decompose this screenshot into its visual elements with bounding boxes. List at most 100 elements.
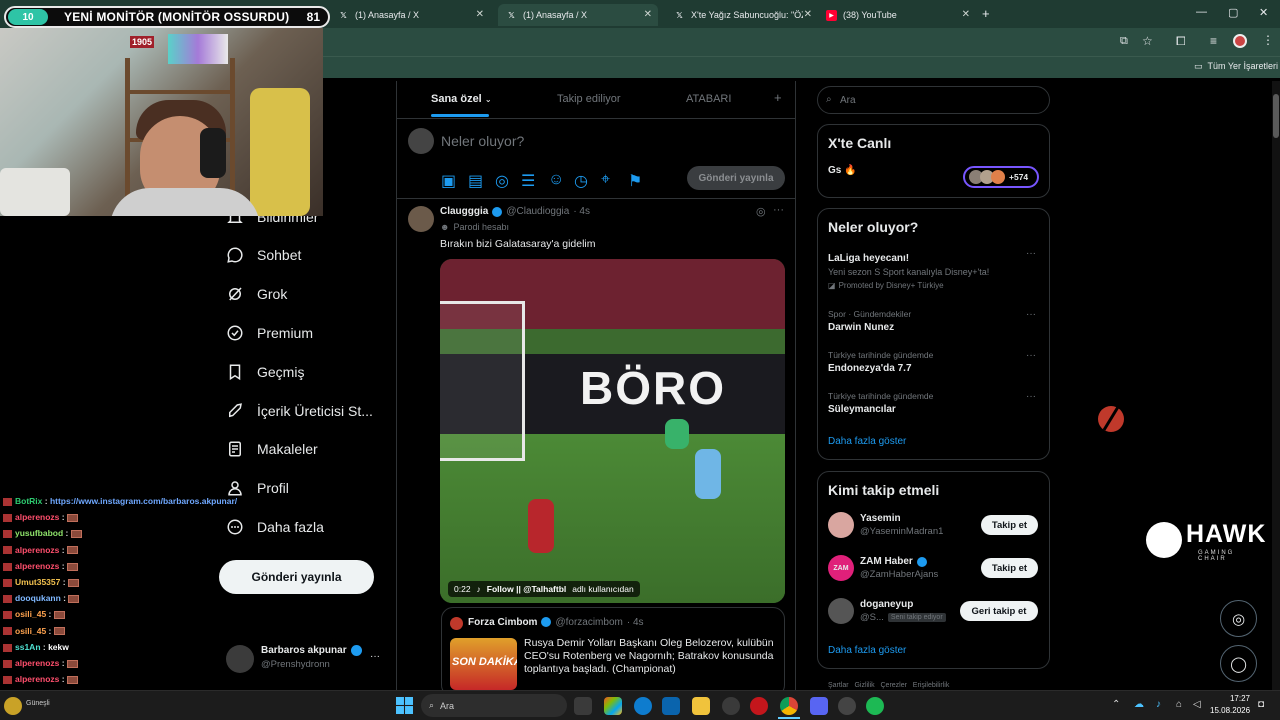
taskbar-search[interactable]: ⌕ Ara	[421, 694, 567, 717]
account-name-row[interactable]: Barbaros akpunar	[261, 645, 362, 656]
tab-following[interactable]: Takip ediliyor	[557, 93, 621, 105]
new-tab-button[interactable]: +	[982, 6, 990, 21]
grok-post-icon[interactable]: ◎	[756, 205, 766, 218]
poll-icon[interactable]: ☰	[521, 171, 535, 190]
chat-username[interactable]: alperenozs	[15, 545, 59, 555]
chat-username[interactable]: osili_45	[15, 626, 46, 636]
xbox-icon[interactable]	[722, 697, 740, 715]
minimize-icon[interactable]: —	[1196, 6, 1207, 18]
trend-item[interactable]: Türkiye tarihinde gündemde Endonezya'da …	[828, 350, 933, 374]
chat-link[interactable]: https://www.instagram.com/barbaros.akpun…	[50, 496, 237, 506]
copilot-icon[interactable]	[604, 697, 622, 715]
browser-menu-icon[interactable]: ⋮	[1262, 33, 1274, 47]
tab-atabari[interactable]: ATABARI	[686, 93, 731, 105]
profile-avatar[interactable]	[1233, 34, 1247, 48]
post-avatar[interactable]	[408, 206, 434, 232]
cast-icon[interactable]: ⧉	[1120, 35, 1128, 48]
spotify-icon[interactable]	[866, 697, 884, 715]
browser-tab[interactable]: 𝕏 (1) Anasayfa / X ✕	[330, 4, 490, 26]
discord-icon[interactable]	[810, 697, 828, 715]
browser-tab[interactable]: 𝕏 X'te Yağız Sabuncuoğlu: "ÖZEL ✕	[666, 4, 818, 26]
chat-username[interactable]: alperenozs	[15, 674, 59, 684]
account-menu-icon[interactable]: ···	[370, 651, 380, 662]
nav-item-bookmarks[interactable]: Geçmiş	[226, 363, 304, 381]
all-bookmarks[interactable]: ▭ Tüm Yer İşaretleri	[1194, 61, 1278, 72]
nav-item-articles[interactable]: Makaleler	[226, 440, 318, 458]
live-item[interactable]: Gs 🔥	[828, 165, 857, 176]
maximize-icon[interactable]: ▢	[1228, 6, 1238, 19]
nav-item-profile[interactable]: Profil	[226, 479, 289, 497]
tab-for-you[interactable]: Sana özel ⌄	[431, 93, 492, 105]
chat-username[interactable]: alperenozs	[15, 512, 59, 522]
search-input[interactable]: ⌕ Ara	[817, 86, 1050, 114]
nav-item-premium[interactable]: Premium	[226, 324, 313, 342]
volume-icon[interactable]: ◁	[1193, 699, 1201, 710]
opera-icon[interactable]	[750, 697, 768, 715]
follow-button[interactable]: Takip et	[981, 515, 1038, 535]
clock[interactable]: 17:27 15.08.2026	[1210, 694, 1250, 715]
compose-post-button[interactable]: Gönderi yayınla	[687, 166, 785, 190]
obs-icon[interactable]	[838, 697, 856, 715]
windows-start-icon[interactable]	[396, 697, 413, 714]
nav-item-grok[interactable]: Grok	[226, 285, 287, 303]
grok-fab[interactable]: ◎	[1220, 600, 1257, 637]
file-explorer-icon[interactable]	[692, 697, 710, 715]
live-participants[interactable]: +574	[963, 166, 1039, 188]
trend-item[interactable]: Türkiye tarihinde gündemde Süleymancılar	[828, 391, 933, 415]
nav-item-more[interactable]: Daha fazla	[226, 518, 324, 536]
nav-item-chat[interactable]: Sohbet	[226, 246, 301, 264]
notifications-icon[interactable]: ◘	[1258, 699, 1264, 710]
emoji-icon[interactable]: ☺	[548, 171, 564, 188]
edge-icon[interactable]	[634, 697, 652, 715]
close-window-icon[interactable]: ✕	[1259, 6, 1268, 19]
trend-item[interactable]: Spor · Gündemdekiler Darwin Nunez	[828, 309, 911, 333]
post-menu-icon[interactable]: ···	[773, 204, 784, 216]
trend-menu-icon[interactable]: ···	[1026, 248, 1036, 259]
follow-suggestion[interactable]: doganeyup @S... Seni takip ediyor	[828, 598, 946, 624]
location-icon[interactable]: ⌖	[601, 171, 613, 188]
flag-icon[interactable]: ⚑	[628, 171, 642, 190]
trends-show-more[interactable]: Daha fazla göster	[828, 436, 906, 447]
tray-cloud-icon[interactable]: ☁	[1134, 699, 1144, 710]
trend-menu-icon[interactable]: ···	[1026, 391, 1036, 402]
chat-username[interactable]: dooqukann	[15, 593, 61, 603]
close-tab-icon[interactable]: ✕	[476, 9, 484, 20]
tray-chevron-icon[interactable]: ⌃	[1112, 699, 1120, 710]
follow-suggestion[interactable]: ZAM ZAM Haber @ZamHaberAjans	[828, 555, 938, 581]
browser-tab[interactable]: ▶ (38) YouTube ✕	[818, 4, 976, 26]
scrollbar[interactable]	[1272, 81, 1280, 690]
star-bookmark-icon[interactable]: ☆	[1142, 34, 1153, 48]
task-view-icon[interactable]	[574, 697, 592, 715]
video-credit-user[interactable]: Follow || @Talhaftbl	[487, 584, 566, 594]
outlook-icon[interactable]	[662, 697, 680, 715]
follow-suggestion[interactable]: Yasemin @YaseminMadran1	[828, 512, 943, 538]
who-show-more[interactable]: Daha fazla göster	[828, 645, 906, 656]
chat-username[interactable]: osili_45	[15, 609, 46, 619]
follow-back-button[interactable]: Geri takip et	[960, 601, 1038, 621]
gif-icon[interactable]: ▤	[468, 171, 483, 190]
close-tab-icon[interactable]: ✕	[644, 9, 652, 20]
trend-item[interactable]: LaLiga heyecanı! Yeni sezon S Sport kana…	[828, 250, 1018, 290]
follow-button[interactable]: Takip et	[981, 558, 1038, 578]
compose-input[interactable]: Neler oluyor?	[441, 133, 524, 149]
browser-tab-active[interactable]: 𝕏 (1) Anasayfa / X ✕	[498, 4, 658, 26]
account-avatar[interactable]	[226, 645, 254, 673]
close-tab-icon[interactable]: ✕	[962, 9, 970, 20]
chat-username[interactable]: alperenozs	[15, 561, 59, 571]
nav-item-creator-studio[interactable]: İçerik Üreticisi St...	[226, 402, 373, 420]
chat-username[interactable]: alperenozs	[15, 658, 59, 668]
footer-links[interactable]: Şartlar Gizlilik Çerezler Erişilebilirli…	[828, 682, 949, 689]
tray-mic-icon[interactable]: ♪	[1156, 699, 1161, 710]
trend-menu-icon[interactable]: ···	[1026, 350, 1036, 361]
post-video[interactable]: BÖRO 0:22 ♪ Follow || @Talhaftbl adlı ku…	[440, 259, 785, 603]
post-author-handle[interactable]: @Claudioggia	[506, 206, 569, 217]
schedule-icon[interactable]: ◷	[574, 171, 588, 190]
messages-fab[interactable]: ◯	[1220, 645, 1257, 682]
chat-username[interactable]: BotRix	[15, 496, 42, 506]
trend-menu-icon[interactable]: ···	[1026, 309, 1036, 320]
add-tab-button[interactable]: +	[774, 90, 782, 105]
weather-icon[interactable]	[4, 697, 22, 715]
scrollbar-thumb[interactable]	[1273, 94, 1279, 138]
image-icon[interactable]: ▣	[441, 171, 456, 190]
chrome-icon[interactable]	[780, 697, 798, 715]
